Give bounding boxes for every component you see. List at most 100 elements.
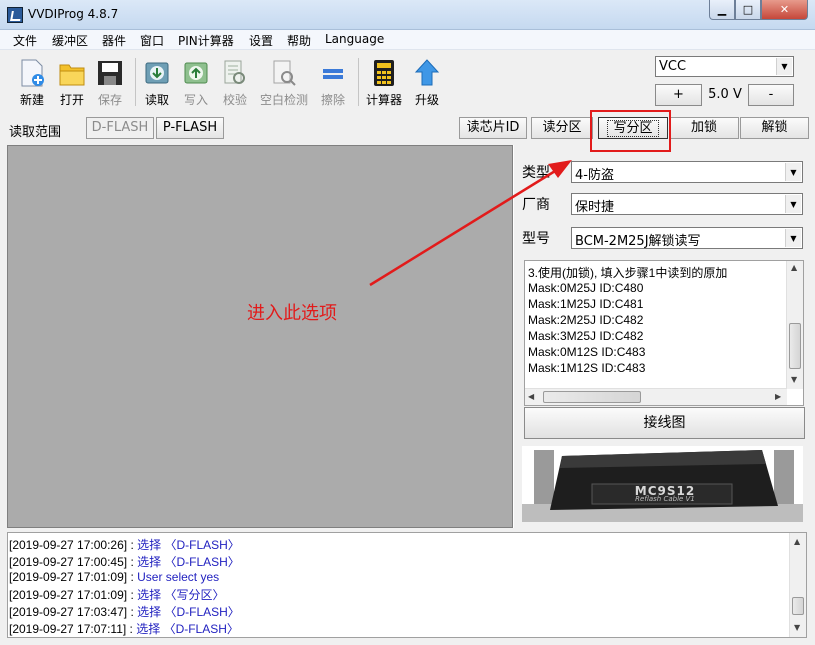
- read-chip-id-button[interactable]: 读芯片ID: [459, 117, 527, 139]
- log-separator: :: [127, 570, 138, 584]
- log-panel[interactable]: [2019-09-27 17:00:26] : 选择 〈D-FLASH〉 [20…: [7, 532, 807, 638]
- horizontal-scrollbar[interactable]: ◀ ▶: [525, 388, 787, 405]
- vcc-increase-button[interactable]: +: [655, 84, 702, 106]
- menu-bar: 文件 缓冲区 器件 窗口 PIN计算器 设置 帮助 Language: [0, 30, 815, 50]
- minimize-button[interactable]: ▁: [709, 0, 735, 20]
- model-select[interactable]: BCM-2M25J解锁读写 ▼: [571, 227, 803, 249]
- type-select-value: 4-防盗: [575, 168, 614, 183]
- log-row: [2019-09-27 17:01:09] : User select yes: [9, 570, 219, 584]
- menu-help[interactable]: 帮助: [287, 32, 311, 49]
- app-icon: [7, 7, 23, 23]
- connector-image: MC9S12 Reflash Cable V1: [522, 446, 803, 522]
- vendor-label: 厂商: [522, 197, 550, 213]
- menu-settings[interactable]: 设置: [249, 32, 273, 49]
- blank-check-icon: [273, 60, 296, 86]
- menu-device[interactable]: 器件: [102, 32, 126, 49]
- log-timestamp: [2019-09-27 17:00:26]: [9, 538, 128, 552]
- log-message: 选择 〈D-FLASH〉: [136, 622, 239, 636]
- vendor-select[interactable]: 保时捷 ▼: [571, 193, 803, 215]
- wiring-diagram-button[interactable]: 接线图: [524, 407, 805, 439]
- log-row: [2019-09-27 17:03:47] : 选择 〈D-FLASH〉: [9, 603, 240, 620]
- read-partition-button[interactable]: 读分区: [531, 117, 593, 139]
- scroll-down-icon[interactable]: ▼: [794, 623, 800, 632]
- chevron-down-icon: ▼: [776, 58, 792, 75]
- verify-button[interactable]: 校验: [215, 55, 255, 110]
- chevron-down-icon: ▼: [785, 229, 801, 247]
- new-file-icon: [21, 59, 44, 87]
- log-separator: :: [127, 588, 138, 602]
- title-bar: VVDIProg 4.8.7 ▁ □ ✕: [0, 0, 815, 30]
- upgrade-arrow-icon: [414, 59, 440, 86]
- read-range-label: 读取范围: [9, 125, 62, 140]
- scroll-up-icon[interactable]: ▲: [791, 263, 797, 272]
- lock-button[interactable]: 加锁: [669, 117, 739, 139]
- vertical-scrollbar[interactable]: ▲ ▼: [786, 261, 803, 389]
- menu-pin-calculator[interactable]: PIN计算器: [178, 32, 234, 49]
- work-area[interactable]: [7, 145, 513, 528]
- log-message: 选择 〈D-FLASH〉: [137, 605, 240, 619]
- list-item: 3.使用(加锁), 填入步骤1中读到的原加: [528, 266, 728, 280]
- list-item: Mask:1M12S ID:C483: [528, 361, 646, 375]
- chevron-down-icon: ▼: [785, 195, 801, 213]
- scroll-left-icon[interactable]: ◀: [528, 392, 534, 401]
- save-label: 保存: [97, 93, 122, 107]
- p-flash-button[interactable]: P-FLASH: [156, 117, 224, 139]
- list-item: Mask:1M25J ID:C481: [528, 297, 644, 311]
- annotation-highlight-box: [590, 110, 671, 152]
- scroll-thumb[interactable]: [792, 597, 804, 615]
- log-separator: :: [127, 555, 138, 569]
- log-message: 选择 〈D-FLASH〉: [137, 555, 240, 569]
- log-timestamp: [2019-09-27 17:00:45]: [9, 555, 128, 569]
- vcc-select[interactable]: VCC ▼: [655, 56, 794, 77]
- annotation-text: 进入此选项: [247, 303, 337, 324]
- log-row: [2019-09-27 17:01:09] : 选择 〈写分区〉: [9, 586, 224, 603]
- log-separator: :: [127, 605, 138, 619]
- model-label: 型号: [522, 231, 550, 247]
- vcc-decrease-button[interactable]: -: [748, 84, 794, 106]
- type-label: 类型: [522, 165, 550, 181]
- log-message: User select yes: [137, 570, 220, 584]
- window-title: VVDIProg 4.8.7: [28, 7, 119, 21]
- menu-language[interactable]: Language: [325, 32, 384, 46]
- upgrade-button[interactable]: 升级: [407, 55, 447, 110]
- log-message: 选择 〈写分区〉: [137, 588, 225, 602]
- vertical-scrollbar[interactable]: ▲ ▼: [789, 533, 806, 637]
- chip-write-icon: [184, 62, 208, 84]
- menu-window[interactable]: 窗口: [140, 32, 164, 49]
- device-info-list[interactable]: 3.使用(加锁), 填入步骤1中读到的原加 Mask:0M25J ID:C480…: [524, 260, 804, 406]
- chevron-down-icon: ▼: [785, 163, 801, 181]
- maximize-button[interactable]: □: [735, 0, 761, 20]
- log-timestamp: [2019-09-27 17:01:09]: [9, 588, 128, 602]
- vcc-select-value: VCC: [659, 59, 687, 74]
- connector-sub-label: Reflash Cable V1: [635, 495, 695, 503]
- d-flash-button[interactable]: D-FLASH: [86, 117, 154, 139]
- log-timestamp: [2019-09-27 17:01:09]: [9, 570, 128, 584]
- chip-read-icon: [145, 62, 169, 84]
- scroll-up-icon[interactable]: ▲: [794, 537, 800, 546]
- blank-check-label: 空白检测: [259, 93, 308, 107]
- type-select[interactable]: 4-防盗 ▼: [571, 161, 803, 183]
- scroll-thumb[interactable]: [789, 323, 801, 369]
- close-button[interactable]: ✕: [761, 0, 808, 20]
- list-item: Mask:3M25J ID:C482: [528, 329, 644, 343]
- menu-buffer[interactable]: 缓冲区: [52, 32, 88, 49]
- log-separator: :: [126, 622, 137, 636]
- menu-file[interactable]: 文件: [13, 32, 37, 49]
- log-row: [2019-09-27 17:07:11] : 选择 〈D-FLASH〉: [9, 620, 239, 637]
- save-button[interactable]: 保存: [90, 55, 130, 110]
- scroll-thumb[interactable]: [543, 391, 641, 403]
- log-row: [2019-09-27 17:00:26] : 选择 〈D-FLASH〉: [9, 536, 240, 553]
- floppy-icon: [98, 61, 122, 85]
- vendor-select-value: 保时捷: [575, 200, 615, 215]
- vcc-voltage-value: 5.0 V: [708, 87, 742, 102]
- erase-button[interactable]: 擦除: [313, 55, 353, 110]
- blank-check-button[interactable]: 空白检测: [260, 55, 308, 110]
- verify-icon: [224, 60, 245, 84]
- erase-icon: [323, 69, 343, 79]
- unlock-button[interactable]: 解锁: [740, 117, 809, 139]
- log-timestamp: [2019-09-27 17:07:11]: [9, 622, 127, 636]
- calculator-icon: [374, 60, 394, 86]
- calculator-button[interactable]: 计算器: [364, 55, 404, 110]
- scroll-right-icon[interactable]: ▶: [775, 392, 781, 401]
- scroll-down-icon[interactable]: ▼: [791, 375, 797, 384]
